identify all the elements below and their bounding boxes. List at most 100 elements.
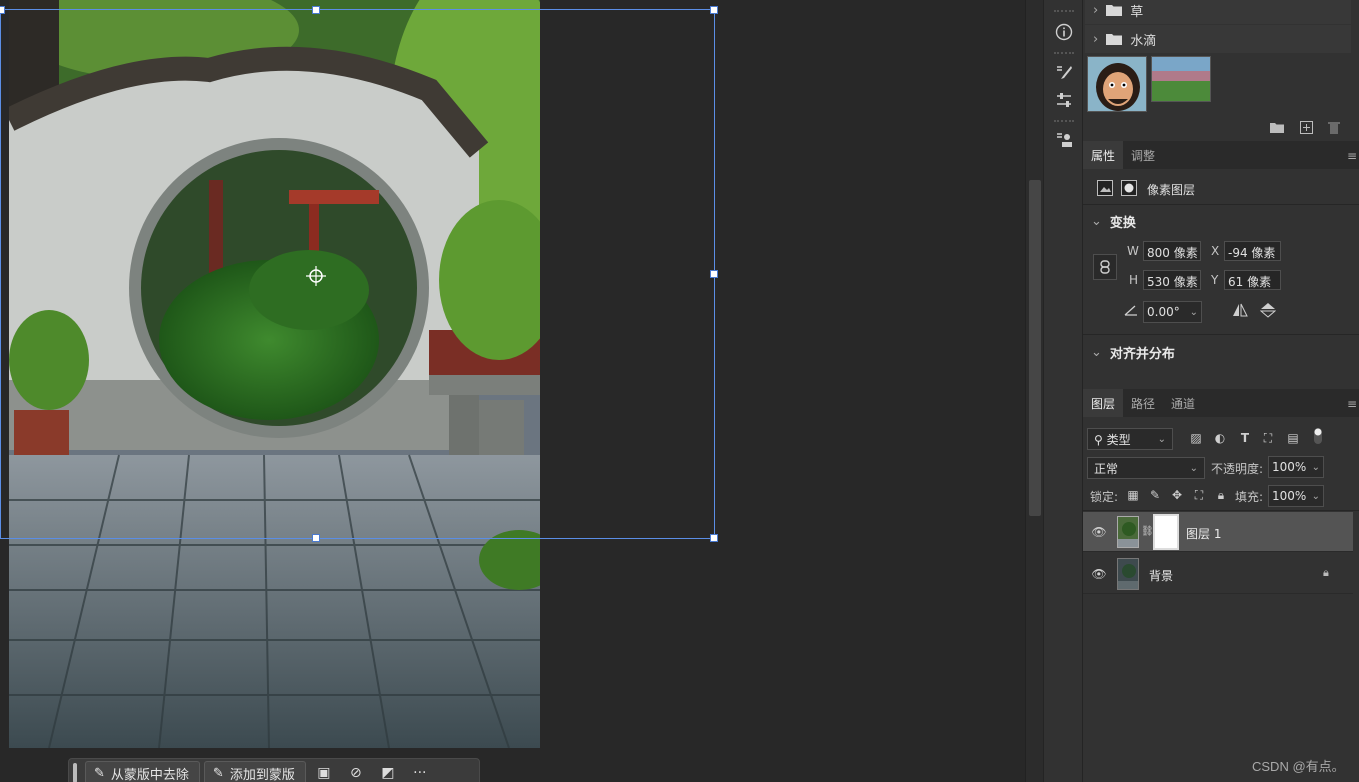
transform-handle-bottom-right[interactable] (710, 534, 718, 542)
canvas-vertical-scrollbar[interactable] (1025, 0, 1043, 782)
disable-mask-icon[interactable]: ⊘ (342, 761, 370, 782)
new-group-folder-icon[interactable] (1269, 119, 1285, 135)
width-label: W (1127, 244, 1139, 258)
layer-row[interactable]: 👁︎ ⛓︎ 图层 1 (1083, 512, 1353, 552)
subtract-from-mask-button[interactable]: ✎ 从蒙版中去除 (85, 761, 200, 782)
height-field[interactable]: 530 像素 (1143, 270, 1201, 290)
lock-image-pixels-icon[interactable]: ✎ (1147, 487, 1163, 503)
align-distribute-section-header[interactable]: ⌄ 对齐并分布 (1091, 343, 1175, 362)
search-icon: ⚲ (1094, 432, 1103, 447)
align-distribute-heading: 对齐并分布 (1109, 347, 1175, 362)
layers-tabbar: 图层 路径 通道 ≡ (1083, 389, 1359, 417)
fill-field[interactable]: 100% ⌄ (1268, 485, 1324, 507)
reference-point-icon[interactable] (306, 266, 326, 286)
layer-mask-icon[interactable] (1121, 180, 1137, 196)
filter-adjustment-icon[interactable]: ◐ (1212, 430, 1228, 446)
panel-icon-strip (1043, 0, 1083, 782)
divider (1083, 510, 1359, 511)
rotation-angle-field[interactable]: 0.00° ⌄ (1143, 301, 1202, 323)
tab-properties[interactable]: 属性 (1083, 141, 1124, 169)
adjustments-icon[interactable] (1052, 88, 1076, 112)
layer-mask-thumbnail[interactable] (1153, 514, 1179, 550)
lock-all-icon[interactable]: 🔒︎ (1213, 487, 1229, 503)
cartoon-face-thumbnail (1088, 57, 1146, 111)
chevron-right-icon[interactable]: › (1093, 3, 1098, 18)
blend-mode-select[interactable]: 正常 ⌄ (1087, 457, 1205, 479)
layer-filter-kind-select[interactable]: ⚲ 类型 ⌄ (1087, 428, 1173, 450)
folder-icon (1106, 34, 1123, 45)
clone-source-icon[interactable] (1052, 128, 1076, 152)
filter-type-icon[interactable]: T (1237, 430, 1253, 446)
eye-icon[interactable]: 👁︎ (1091, 566, 1107, 582)
canvas-area[interactable]: ✎ 从蒙版中去除 ✎ 添加到蒙版 ▣ ⊘ ◩ ··· (0, 0, 1025, 782)
lock-icon[interactable]: 🔒︎ (1323, 566, 1329, 580)
filter-kind-value: 类型 (1106, 432, 1131, 447)
x-label: X (1211, 244, 1220, 258)
mask-settings-icon[interactable]: ▣ (310, 761, 338, 782)
add-element-icon[interactable] (1298, 119, 1314, 135)
mask-link-icon[interactable]: ⛓︎ (1141, 526, 1154, 537)
contextual-task-bar: ✎ 从蒙版中去除 ✎ 添加到蒙版 ▣ ⊘ ◩ ··· (68, 758, 480, 782)
y-label: Y (1211, 273, 1219, 287)
layer-name: 背景 (1149, 569, 1174, 583)
chevron-right-icon[interactable]: › (1093, 32, 1098, 47)
library-folder-row[interactable]: › 水滴 (1085, 25, 1351, 53)
library-folder-row[interactable]: › 草 (1085, 0, 1351, 24)
transform-section-header[interactable]: ⌄ 变换 (1091, 212, 1136, 231)
link-dimensions-icon[interactable] (1093, 254, 1117, 280)
x-position-field[interactable]: -94 像素 (1224, 241, 1281, 261)
transform-handle-middle-right[interactable] (710, 270, 718, 278)
folder-icon (1106, 5, 1123, 16)
chevron-down-icon: ⌄ (1091, 345, 1102, 360)
transform-handle-top-left[interactable] (0, 6, 5, 14)
tab-layers[interactable]: 图层 (1083, 389, 1124, 417)
add-to-mask-button[interactable]: ✎ 添加到蒙版 (203, 761, 306, 782)
y-position-field[interactable]: 61 像素 (1224, 270, 1281, 290)
library-asset-thumbnail[interactable] (1087, 56, 1147, 112)
layer-row[interactable]: 👁︎ 背景 🔒︎ (1083, 554, 1353, 594)
lock-artboard-icon[interactable]: ⛶ (1191, 487, 1207, 503)
trash-icon[interactable] (1326, 119, 1342, 135)
lock-position-icon[interactable]: ✥ (1169, 487, 1185, 503)
chevron-down-icon: ⌄ (1189, 462, 1198, 474)
more-options-icon[interactable]: ··· (406, 761, 434, 782)
filter-pixel-icon[interactable]: ▨ (1188, 430, 1204, 446)
flip-horizontal-icon[interactable] (1232, 302, 1248, 318)
watermark: CSDN @有点。 (1252, 759, 1345, 774)
strip-grip[interactable] (1054, 120, 1074, 122)
chevron-down-icon[interactable]: ⌄ (1312, 491, 1320, 502)
info-panel-icon[interactable] (1052, 20, 1076, 44)
width-field[interactable]: 800 像素 (1143, 241, 1201, 261)
tab-channels[interactable]: 通道 (1163, 389, 1203, 417)
transform-handle-top-right[interactable] (710, 6, 718, 14)
taskbar-grip[interactable] (73, 763, 77, 782)
chevron-down-icon[interactable]: ⌄ (1312, 462, 1320, 473)
library-asset-thumbnail[interactable] (1151, 56, 1211, 102)
transform-handle-top-center[interactable] (312, 6, 320, 14)
free-transform-bounding-box[interactable] (0, 6, 718, 542)
panel-menu-icon[interactable]: ≡ (1347, 149, 1357, 163)
eye-icon[interactable]: 👁︎ (1091, 524, 1107, 540)
strip-grip[interactable] (1054, 10, 1074, 12)
transform-handle-bottom-center[interactable] (312, 534, 320, 542)
invert-mask-icon[interactable]: ◩ (374, 761, 402, 782)
strip-grip[interactable] (1054, 52, 1074, 54)
fill-value: 100% (1272, 489, 1307, 503)
scrollbar-thumb[interactable] (1029, 180, 1041, 516)
brush-settings-icon[interactable] (1052, 61, 1076, 85)
layer-name: 图层 1 (1186, 527, 1222, 541)
lock-transparent-pixels-icon[interactable]: ▦ (1125, 487, 1141, 503)
filter-toggle-icon[interactable] (1310, 428, 1326, 444)
chevron-down-icon: ⌄ (1157, 433, 1166, 445)
flip-vertical-icon[interactable] (1260, 302, 1276, 318)
chevron-down-icon[interactable]: ⌄ (1190, 307, 1198, 318)
opacity-field[interactable]: 100% ⌄ (1268, 456, 1324, 478)
filter-smart-object-icon[interactable]: ▤ (1285, 430, 1301, 446)
panel-menu-icon[interactable]: ≡ (1347, 397, 1357, 411)
tab-paths[interactable]: 路径 (1123, 389, 1163, 417)
brush-minus-icon: ✎ (94, 765, 105, 781)
more-options-label: ··· (413, 765, 427, 781)
tab-adjustments[interactable]: 调整 (1123, 141, 1163, 169)
filter-shape-icon[interactable]: ⛶ (1260, 430, 1276, 446)
add-to-mask-label: 添加到蒙版 (229, 767, 295, 782)
